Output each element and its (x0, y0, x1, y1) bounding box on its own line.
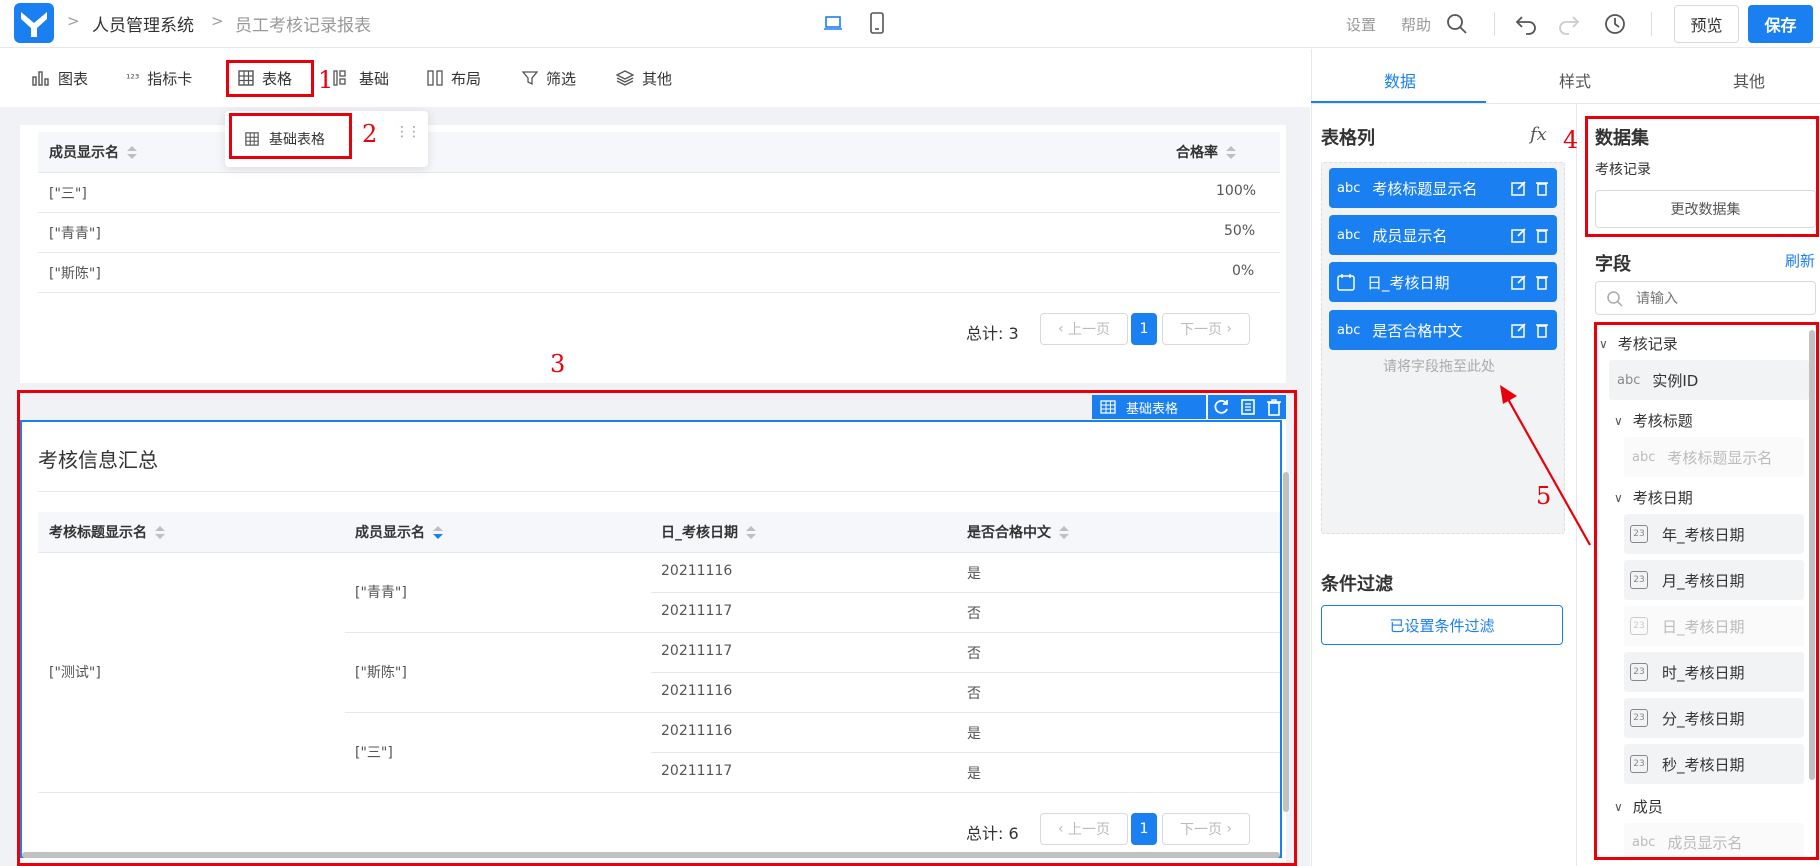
numbers-icon: ¹²³ (126, 71, 140, 85)
redo-icon[interactable] (1557, 13, 1581, 35)
prev-page-button[interactable]: ‹ 上一页 (1040, 313, 1128, 345)
delete-icon[interactable] (1535, 180, 1549, 196)
layers-icon (616, 70, 634, 86)
annotation-label-1: 1 (318, 66, 334, 94)
column-chip[interactable]: abc 成员显示名 (1329, 215, 1557, 255)
annotation-label-3: 3 (550, 350, 566, 378)
tab-data[interactable]: 数据 (1384, 68, 1416, 92)
section-title-columns: 表格列 (1321, 128, 1375, 149)
save-button[interactable]: 保存 (1748, 5, 1813, 43)
chart-icon (32, 71, 49, 86)
drag-handle-icon[interactable]: ⋮⋮ (395, 125, 421, 139)
toolbar-filter[interactable]: 筛选 (522, 49, 576, 107)
toolbar-basic[interactable]: 基础 (333, 49, 389, 107)
section-title-filter: 条件过滤 (1321, 574, 1393, 595)
divider (38, 252, 1280, 253)
divider (1311, 103, 1820, 104)
basic-icon (333, 70, 346, 86)
toolbar-label: 基础 (359, 69, 390, 88)
settings-link[interactable]: 设置 (1346, 14, 1376, 35)
annotation-arrow (1500, 385, 1591, 546)
tab-style[interactable]: 样式 (1559, 68, 1591, 92)
delete-icon[interactable] (1535, 274, 1549, 290)
calendar-icon (1337, 274, 1355, 291)
component-toolbar: 图表 ¹²³ 指标卡 表格 基础 布局 筛选 其他 (0, 49, 1310, 107)
chevron-right-icon: > (211, 12, 224, 30)
search-icon (1607, 291, 1623, 307)
toolbar-label: 指标卡 (147, 69, 193, 88)
top-bar: > 人员管理系统 > 员工考核记录报表 设置 帮助 预览 保存 (0, 0, 1820, 48)
column-header-member[interactable]: 成员显示名 (49, 142, 137, 162)
breadcrumb-system[interactable]: 人员管理系统 (92, 11, 194, 36)
column-chip[interactable]: abc 考核标题显示名 (1329, 168, 1557, 208)
toolbar-label: 图表 (58, 69, 89, 88)
annotation-box-4 (1585, 116, 1819, 237)
formula-icon[interactable]: fx (1530, 124, 1547, 145)
refresh-fields-link[interactable]: 刷新 (1785, 250, 1815, 271)
mobile-view-icon[interactable] (869, 12, 885, 34)
edit-icon[interactable] (1511, 322, 1527, 338)
delete-icon[interactable] (1535, 322, 1549, 338)
sort-icon[interactable] (1226, 146, 1236, 160)
filter-settings-button[interactable]: 已设置条件过滤 (1321, 605, 1563, 645)
field-search-input[interactable] (1636, 287, 1806, 309)
sort-icon[interactable] (127, 146, 137, 160)
annotation-box-2 (229, 113, 352, 159)
annotation-label-2: 2 (362, 120, 378, 148)
chevron-right-icon: > (67, 12, 80, 30)
divider (1494, 12, 1495, 36)
field-search-box (1595, 281, 1816, 315)
toolbar-label: 布局 (451, 69, 482, 88)
desktop-view-icon[interactable] (823, 14, 843, 32)
toolbar-label: 其他 (642, 69, 673, 88)
table-total: 总计: 3 (966, 324, 1019, 343)
divider (38, 212, 1280, 213)
tab-other[interactable]: 其他 (1733, 68, 1765, 92)
toolbar-kpi-card[interactable]: ¹²³ 指标卡 (126, 49, 192, 107)
text-type-icon: abc (1337, 227, 1361, 243)
toolbar-label: 筛选 (546, 69, 577, 88)
drop-hint: 请将字段拖至此处 (1383, 359, 1495, 375)
help-link[interactable]: 帮助 (1401, 14, 1431, 35)
page-number-button[interactable]: 1 (1131, 313, 1157, 345)
layout-icon (427, 70, 443, 86)
app-logo[interactable] (14, 3, 54, 43)
table-cell: ["斯陈"] (49, 266, 101, 282)
text-type-icon: abc (1337, 180, 1361, 196)
table-cell: 0% (1232, 263, 1255, 279)
table-cell: 100% (1216, 183, 1257, 199)
next-page-button[interactable]: 下一页 › (1162, 313, 1250, 345)
divider (1651, 12, 1652, 36)
divider (38, 172, 1280, 173)
annotation-box-1 (226, 60, 314, 97)
filter-icon (522, 71, 538, 86)
edit-icon[interactable] (1511, 274, 1527, 290)
annotation-box-3 (17, 390, 1297, 866)
column-header-pass-rate[interactable]: 合格率 (1176, 142, 1236, 162)
annotation-box-5 (1594, 322, 1819, 860)
section-title-fields: 字段 (1595, 254, 1631, 275)
column-chip[interactable]: abc 是否合格中文 (1329, 310, 1557, 350)
table-cell: 50% (1224, 223, 1256, 239)
text-type-icon: abc (1337, 322, 1361, 338)
annotation-label-4: 4 (1563, 126, 1579, 154)
column-chip[interactable]: 日_考核日期 (1329, 262, 1557, 302)
edit-icon[interactable] (1511, 227, 1527, 243)
preview-button[interactable]: 预览 (1674, 5, 1739, 43)
search-icon[interactable] (1446, 13, 1468, 35)
divider (38, 292, 1280, 293)
undo-icon[interactable] (1514, 13, 1538, 35)
toolbar-layout[interactable]: 布局 (427, 49, 481, 107)
table-widget-pass-rate[interactable]: 成员显示名 合格率 ["三"] 100% ["青青"] 50% ["斯陈"] 0… (20, 125, 1286, 383)
delete-icon[interactable] (1535, 227, 1549, 243)
edit-icon[interactable] (1511, 180, 1527, 196)
table-cell: ["青青"] (49, 226, 101, 242)
history-icon[interactable] (1603, 12, 1627, 36)
breadcrumb-report: 员工考核记录报表 (235, 16, 371, 36)
toolbar-chart[interactable]: 图表 (32, 49, 88, 107)
toolbar-other[interactable]: 其他 (616, 49, 672, 107)
table-cell: ["三"] (49, 186, 87, 202)
